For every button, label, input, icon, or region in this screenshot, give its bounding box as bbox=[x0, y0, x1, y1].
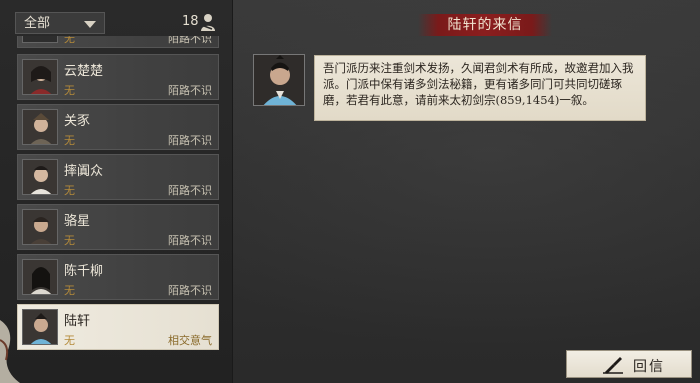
item-name: 陆轩 bbox=[64, 314, 91, 329]
list-item[interactable]: 摔阗众 无 陌路不识 bbox=[17, 154, 219, 200]
item-name: 骆星 bbox=[64, 214, 91, 229]
list-item[interactable]: 无 陌路不识 bbox=[17, 36, 219, 48]
item-relation: 陌路不识 bbox=[168, 284, 212, 297]
contact-list-panel: 全部 18 无 陌路不识 云楚楚 无 陌路不识 关豕 无 陌路不识 摔阗众 无 … bbox=[0, 0, 233, 383]
contact-list[interactable]: 无 陌路不识 云楚楚 无 陌路不识 关豕 无 陌路不识 摔阗众 无 陌路不识 骆… bbox=[17, 36, 219, 383]
avatar bbox=[22, 59, 58, 95]
brush-icon bbox=[603, 357, 623, 374]
item-relation: 陌路不识 bbox=[168, 134, 212, 147]
list-item[interactable]: 骆星 无 陌路不识 bbox=[17, 204, 219, 250]
person-icon bbox=[201, 14, 215, 31]
list-item[interactable]: 云楚楚 无 陌路不识 bbox=[17, 54, 219, 100]
item-relation: 陌路不识 bbox=[168, 36, 212, 45]
reply-button[interactable]: 回信 bbox=[566, 350, 692, 378]
item-relation: 陌路不识 bbox=[168, 234, 212, 247]
letter-title: 陆轩的来信 bbox=[447, 17, 523, 33]
filter-dropdown[interactable]: 全部 bbox=[15, 12, 105, 34]
avatar bbox=[22, 109, 58, 145]
item-sect: 无 bbox=[64, 334, 75, 347]
ink-scroll-decoration bbox=[0, 320, 20, 383]
item-relation: 陌路不识 bbox=[168, 184, 212, 197]
sender-portrait bbox=[253, 54, 305, 106]
list-item[interactable]: 关豕 无 陌路不识 bbox=[17, 104, 219, 150]
item-name: 云楚楚 bbox=[64, 64, 104, 79]
item-relation: 陌路不识 bbox=[168, 84, 212, 97]
contact-count: 18 bbox=[182, 14, 199, 29]
avatar bbox=[22, 259, 58, 295]
avatar bbox=[22, 159, 58, 195]
item-sect: 无 bbox=[64, 284, 75, 297]
list-item-selected[interactable]: 陆轩 无 相交意气 bbox=[17, 304, 219, 350]
item-relation: 相交意气 bbox=[168, 334, 212, 347]
item-name: 陈千柳 bbox=[64, 264, 104, 279]
item-sect: 无 bbox=[64, 84, 75, 97]
filter-label: 全部 bbox=[24, 16, 51, 31]
list-item[interactable]: 陈千柳 无 陌路不识 bbox=[17, 254, 219, 300]
letter-body: 吾门派历来注重剑术发扬，久闻君剑术有所成，故邀君加入我派。门派中保有诸多剑法秘籍… bbox=[314, 55, 646, 121]
letter-title-banner: 陆轩的来信 bbox=[418, 14, 552, 36]
item-sect: 无 bbox=[64, 184, 75, 197]
letter-screen: 全部 18 无 陌路不识 云楚楚 无 陌路不识 关豕 无 陌路不识 摔阗众 无 … bbox=[0, 0, 700, 383]
avatar bbox=[22, 209, 58, 245]
item-sect: 无 bbox=[64, 36, 75, 45]
item-sect: 无 bbox=[64, 234, 75, 247]
avatar bbox=[22, 36, 58, 43]
item-name: 摔阗众 bbox=[64, 164, 104, 179]
reply-label: 回信 bbox=[633, 359, 665, 375]
chevron-down-icon bbox=[84, 21, 96, 28]
item-name: 关豕 bbox=[64, 114, 91, 129]
item-sect: 无 bbox=[64, 134, 75, 147]
